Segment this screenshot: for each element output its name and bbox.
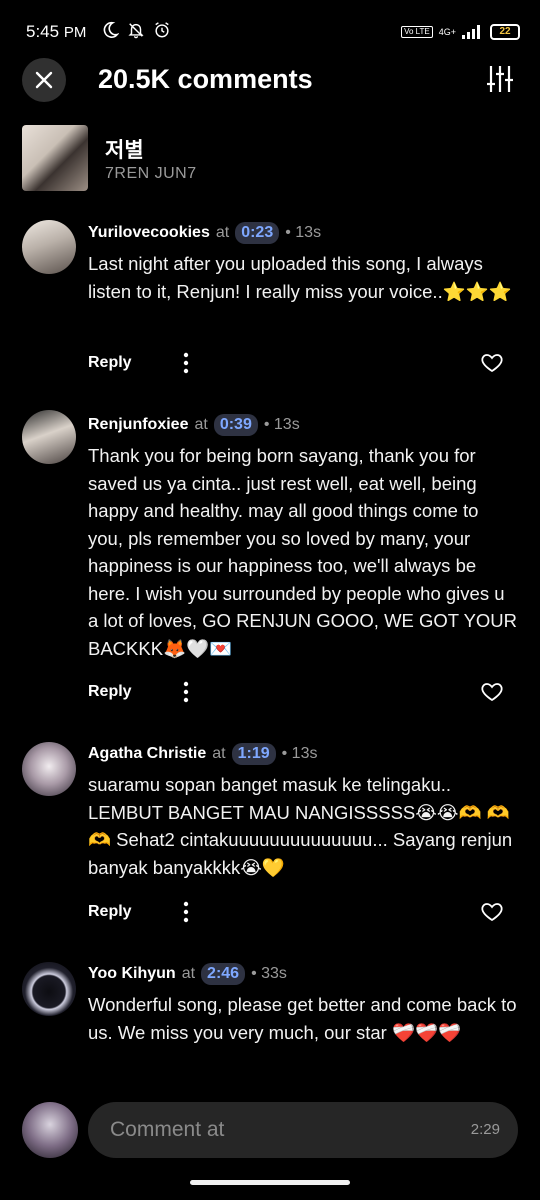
page-title: 20.5K comments	[98, 64, 313, 94]
comment-username[interactable]: Agatha Christie	[88, 745, 206, 763]
heart-icon	[481, 683, 503, 702]
reply-button[interactable]: Reply	[88, 903, 132, 921]
comment-username[interactable]: Yurilovecookies	[88, 224, 210, 242]
like-button[interactable]	[480, 351, 504, 375]
comment-at-label: at	[212, 745, 226, 762]
comment-input[interactable]: Comment at 2:29	[88, 1102, 518, 1158]
comment-username[interactable]: Renjunfoxiee	[88, 416, 188, 434]
comment-at-label: at	[194, 416, 208, 433]
moon-icon	[100, 20, 120, 40]
status-bar: 5:45 PM Vo LTE 4G+ 22	[0, 0, 540, 64]
comment-age: • 33s	[251, 965, 287, 982]
comment-age: • 13s	[285, 224, 322, 241]
reply-button[interactable]: Reply	[88, 683, 132, 701]
close-icon	[35, 71, 53, 89]
like-button[interactable]	[480, 900, 504, 924]
avatar[interactable]	[22, 410, 76, 464]
like-button[interactable]	[480, 680, 504, 704]
current-user-avatar[interactable]	[22, 1102, 78, 1158]
filter-button[interactable]	[486, 64, 514, 94]
comment-text: suaramu sopan banget masuk ke telingaku.…	[88, 774, 513, 878]
close-button[interactable]	[22, 58, 66, 102]
volte-icon: Vo LTE	[401, 26, 433, 38]
more-options-button[interactable]	[176, 351, 196, 375]
bell-off-icon	[126, 20, 146, 40]
comment-age: • 13s	[281, 745, 318, 762]
heart-icon	[481, 354, 503, 373]
heart-icon	[481, 903, 503, 922]
comment-at-label: at	[215, 224, 230, 241]
track-artwork[interactable]	[22, 125, 88, 191]
signal-icon	[462, 22, 484, 42]
more-vertical-icon	[183, 352, 189, 374]
battery-level: 22	[499, 26, 511, 37]
comment-text: Wonderful song, please get better and co…	[88, 994, 517, 1043]
avatar[interactable]	[22, 220, 76, 274]
comment-timestamp[interactable]: 0:23	[235, 222, 280, 244]
comment-at-label: at	[181, 965, 196, 982]
network-type-label: 4G+	[438, 26, 456, 37]
reply-button[interactable]: Reply	[88, 354, 132, 372]
more-options-button[interactable]	[176, 680, 196, 704]
status-time: 5:45 PM	[26, 22, 87, 41]
comment-username[interactable]: Yoo Kihyun	[88, 965, 176, 983]
more-vertical-icon	[183, 901, 189, 923]
track-artist[interactable]: 7REN JUN7	[105, 165, 197, 183]
avatar[interactable]	[22, 742, 76, 796]
sliders-icon	[487, 66, 513, 92]
comment-input-time: 2:29	[470, 1121, 500, 1138]
track-title[interactable]: 저별	[105, 134, 144, 164]
comment-timestamp[interactable]: 0:39	[213, 414, 258, 436]
comment-text: Last night after you uploaded this song,…	[88, 253, 512, 302]
battery-icon: 22	[490, 24, 520, 40]
more-vertical-icon	[183, 681, 189, 703]
home-indicator[interactable]	[190, 1180, 350, 1185]
more-options-button[interactable]	[176, 900, 196, 924]
comment-age: • 13s	[263, 416, 300, 433]
comment-timestamp[interactable]: 2:46	[201, 963, 246, 985]
comment-timestamp[interactable]: 1:19	[231, 743, 276, 765]
comment-input-placeholder: Comment at	[110, 1118, 225, 1141]
avatar[interactable]	[22, 962, 76, 1016]
comment-text: Thank you for being born sayang, thank y…	[88, 445, 518, 659]
alarm-icon	[152, 20, 172, 40]
